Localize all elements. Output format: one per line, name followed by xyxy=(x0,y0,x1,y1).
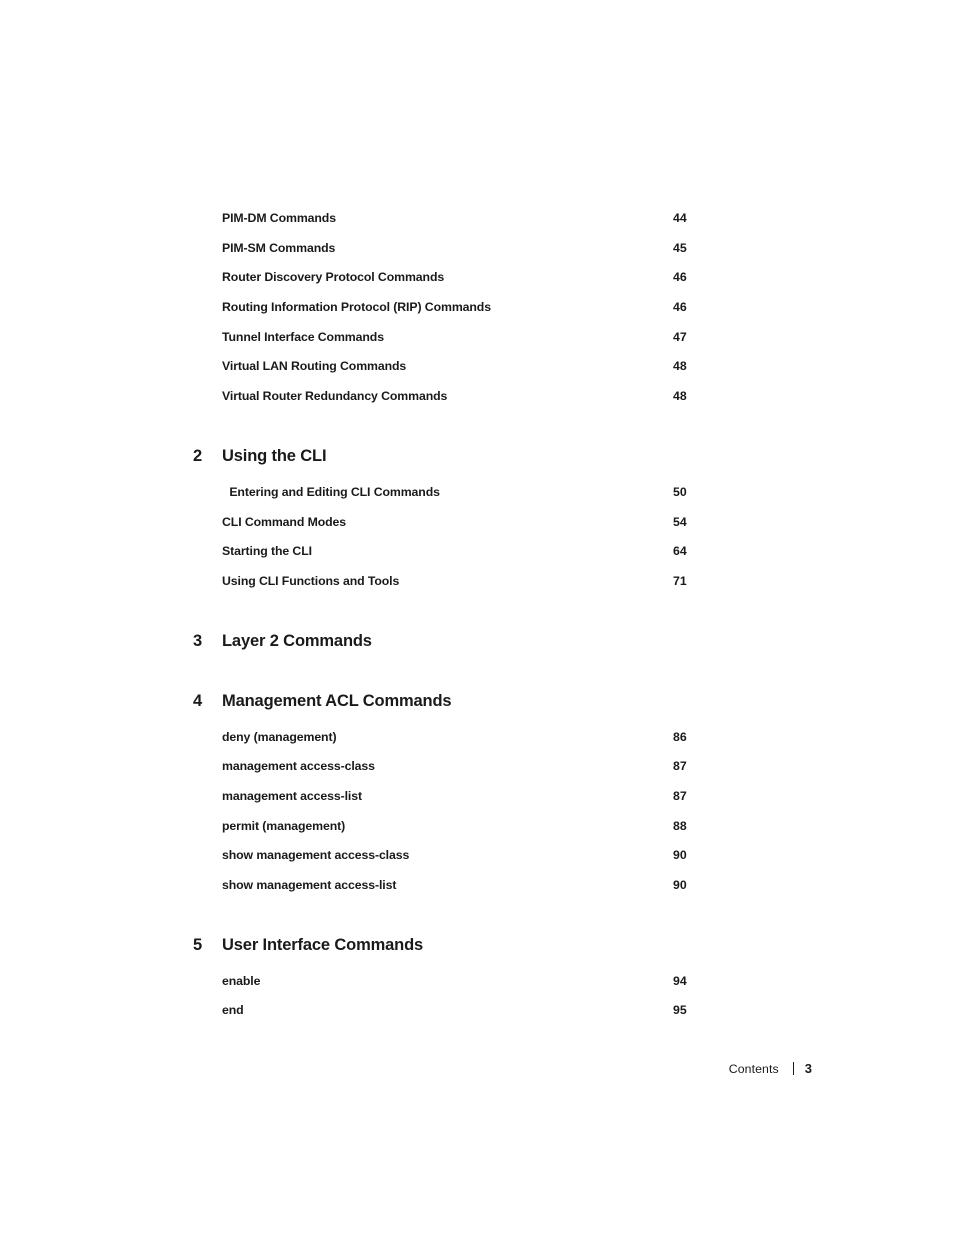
toc-entry[interactable]: Entering and Editing CLI Commands 50 xyxy=(193,484,793,514)
toc-entry[interactable]: Virtual LAN Routing Commands 48 xyxy=(193,358,793,388)
chapter-number: 2 xyxy=(193,446,203,465)
table-of-contents: PIM-DM Commands 44 PIM-SM Commands 45 Ro… xyxy=(193,210,793,1032)
toc-entry-page: 87 xyxy=(673,759,687,774)
toc-entry[interactable]: Tunnel Interface Commands 47 xyxy=(193,329,793,359)
toc-entry[interactable]: PIM-SM Commands 45 xyxy=(193,240,793,270)
toc-entry[interactable]: CLI Command Modes 54 xyxy=(193,514,793,544)
toc-entry[interactable]: show management access-list 90 xyxy=(193,877,793,907)
toc-entry[interactable]: Starting the CLI 64 xyxy=(193,543,793,573)
toc-chapter-heading-5[interactable]: 5 User Interface Commands xyxy=(193,934,793,972)
toc-entry-page: 95 xyxy=(673,1003,687,1018)
toc-entry[interactable]: management access-class 87 xyxy=(193,758,793,788)
toc-entry-page: 87 xyxy=(673,788,687,803)
toc-entry[interactable]: Virtual Router Redundancy Commands 48 xyxy=(193,388,793,418)
toc-chapter-heading-3[interactable]: 3 Layer 2 Commands xyxy=(193,630,793,668)
toc-entry[interactable]: PIM-DM Commands 44 xyxy=(193,210,793,240)
toc-entry-page: 71 xyxy=(673,573,687,588)
toc-entry[interactable]: Router Discovery Protocol Commands 46 xyxy=(193,269,793,299)
toc-chapter-heading-4[interactable]: 4 Management ACL Commands xyxy=(193,690,793,728)
toc-entry-page: 46 xyxy=(673,270,687,285)
toc-entry[interactable]: Routing Information Protocol (RIP) Comma… xyxy=(193,299,793,329)
toc-entry[interactable]: show management access-class 90 xyxy=(193,847,793,877)
toc-chapter-heading-2[interactable]: 2 Using the CLI xyxy=(193,445,793,483)
toc-entry-page: 50 xyxy=(673,484,687,499)
toc-entry[interactable]: Using CLI Functions and Tools 71 xyxy=(193,573,793,603)
toc-entry-label: permit (management) xyxy=(222,818,346,833)
toc-entry[interactable]: enable 94 xyxy=(193,973,793,1003)
toc-entry-page: 88 xyxy=(673,818,687,833)
toc-entry-page: 48 xyxy=(673,389,687,404)
toc-entry-label: Tunnel Interface Commands xyxy=(222,329,384,344)
toc-entry-label: Starting the CLI xyxy=(222,544,312,559)
toc-entry-page: 47 xyxy=(673,329,687,344)
footer-page-number: 3 xyxy=(804,1061,812,1076)
toc-entry-page: 94 xyxy=(673,973,687,988)
toc-entry-label: show management access-list xyxy=(222,878,397,892)
toc-entry[interactable]: permit (management) 88 xyxy=(193,818,793,848)
footer-label: Contents xyxy=(728,1062,779,1076)
toc-entry-page: 44 xyxy=(673,211,687,225)
footer-separator-icon xyxy=(792,1062,794,1075)
toc-entry[interactable]: deny (management) 86 xyxy=(193,729,793,759)
chapter-number: 5 xyxy=(193,935,203,954)
toc-entry-label: enable xyxy=(222,973,261,988)
toc-entry-page: 46 xyxy=(673,300,687,315)
page-footer: Contents 3 xyxy=(0,1060,812,1078)
toc-entry-label: Router Discovery Protocol Commands xyxy=(222,270,445,285)
toc-entry-label: Using CLI Functions and Tools xyxy=(222,573,400,588)
toc-entry-label: Virtual LAN Routing Commands xyxy=(222,359,407,374)
toc-entry-label: show management access-class xyxy=(222,848,410,863)
chapter-title: Layer 2 Commands xyxy=(222,631,372,650)
toc-entry-page: 45 xyxy=(673,240,687,255)
toc-entry-page: 86 xyxy=(673,729,687,744)
chapter-title: Using the CLI xyxy=(222,446,327,465)
toc-entry-page: 90 xyxy=(673,848,687,863)
chapter-title: Management ACL Commands xyxy=(222,691,452,710)
toc-entry-label: management access-class xyxy=(222,759,375,774)
toc-entry-page: 64 xyxy=(673,544,687,559)
toc-entry-label: Entering and Editing CLI Commands xyxy=(226,484,440,499)
toc-entry-label: management access-list xyxy=(222,788,362,803)
toc-entry[interactable]: end 95 xyxy=(193,1002,793,1032)
toc-entry[interactable]: management access-list 87 xyxy=(193,788,793,818)
toc-entry-page: 90 xyxy=(673,878,687,892)
chapter-number: 4 xyxy=(193,691,203,710)
toc-entry-page: 48 xyxy=(673,359,687,374)
toc-entry-label: Routing Information Protocol (RIP) Comma… xyxy=(222,300,491,315)
toc-entry-label: PIM-SM Commands xyxy=(222,240,336,255)
chapter-title: User Interface Commands xyxy=(222,935,424,954)
toc-entry-label: deny (management) xyxy=(222,729,337,744)
toc-entry-page: 54 xyxy=(673,514,687,529)
toc-entry-label: Virtual Router Redundancy Commands xyxy=(222,389,448,404)
chapter-number: 3 xyxy=(193,631,203,650)
toc-entry-label: CLI Command Modes xyxy=(222,514,347,529)
toc-entry-label: PIM-DM Commands xyxy=(222,211,336,225)
toc-page: PIM-DM Commands 44 PIM-SM Commands 45 Ro… xyxy=(0,0,954,1235)
toc-entry-label: end xyxy=(222,1003,244,1018)
